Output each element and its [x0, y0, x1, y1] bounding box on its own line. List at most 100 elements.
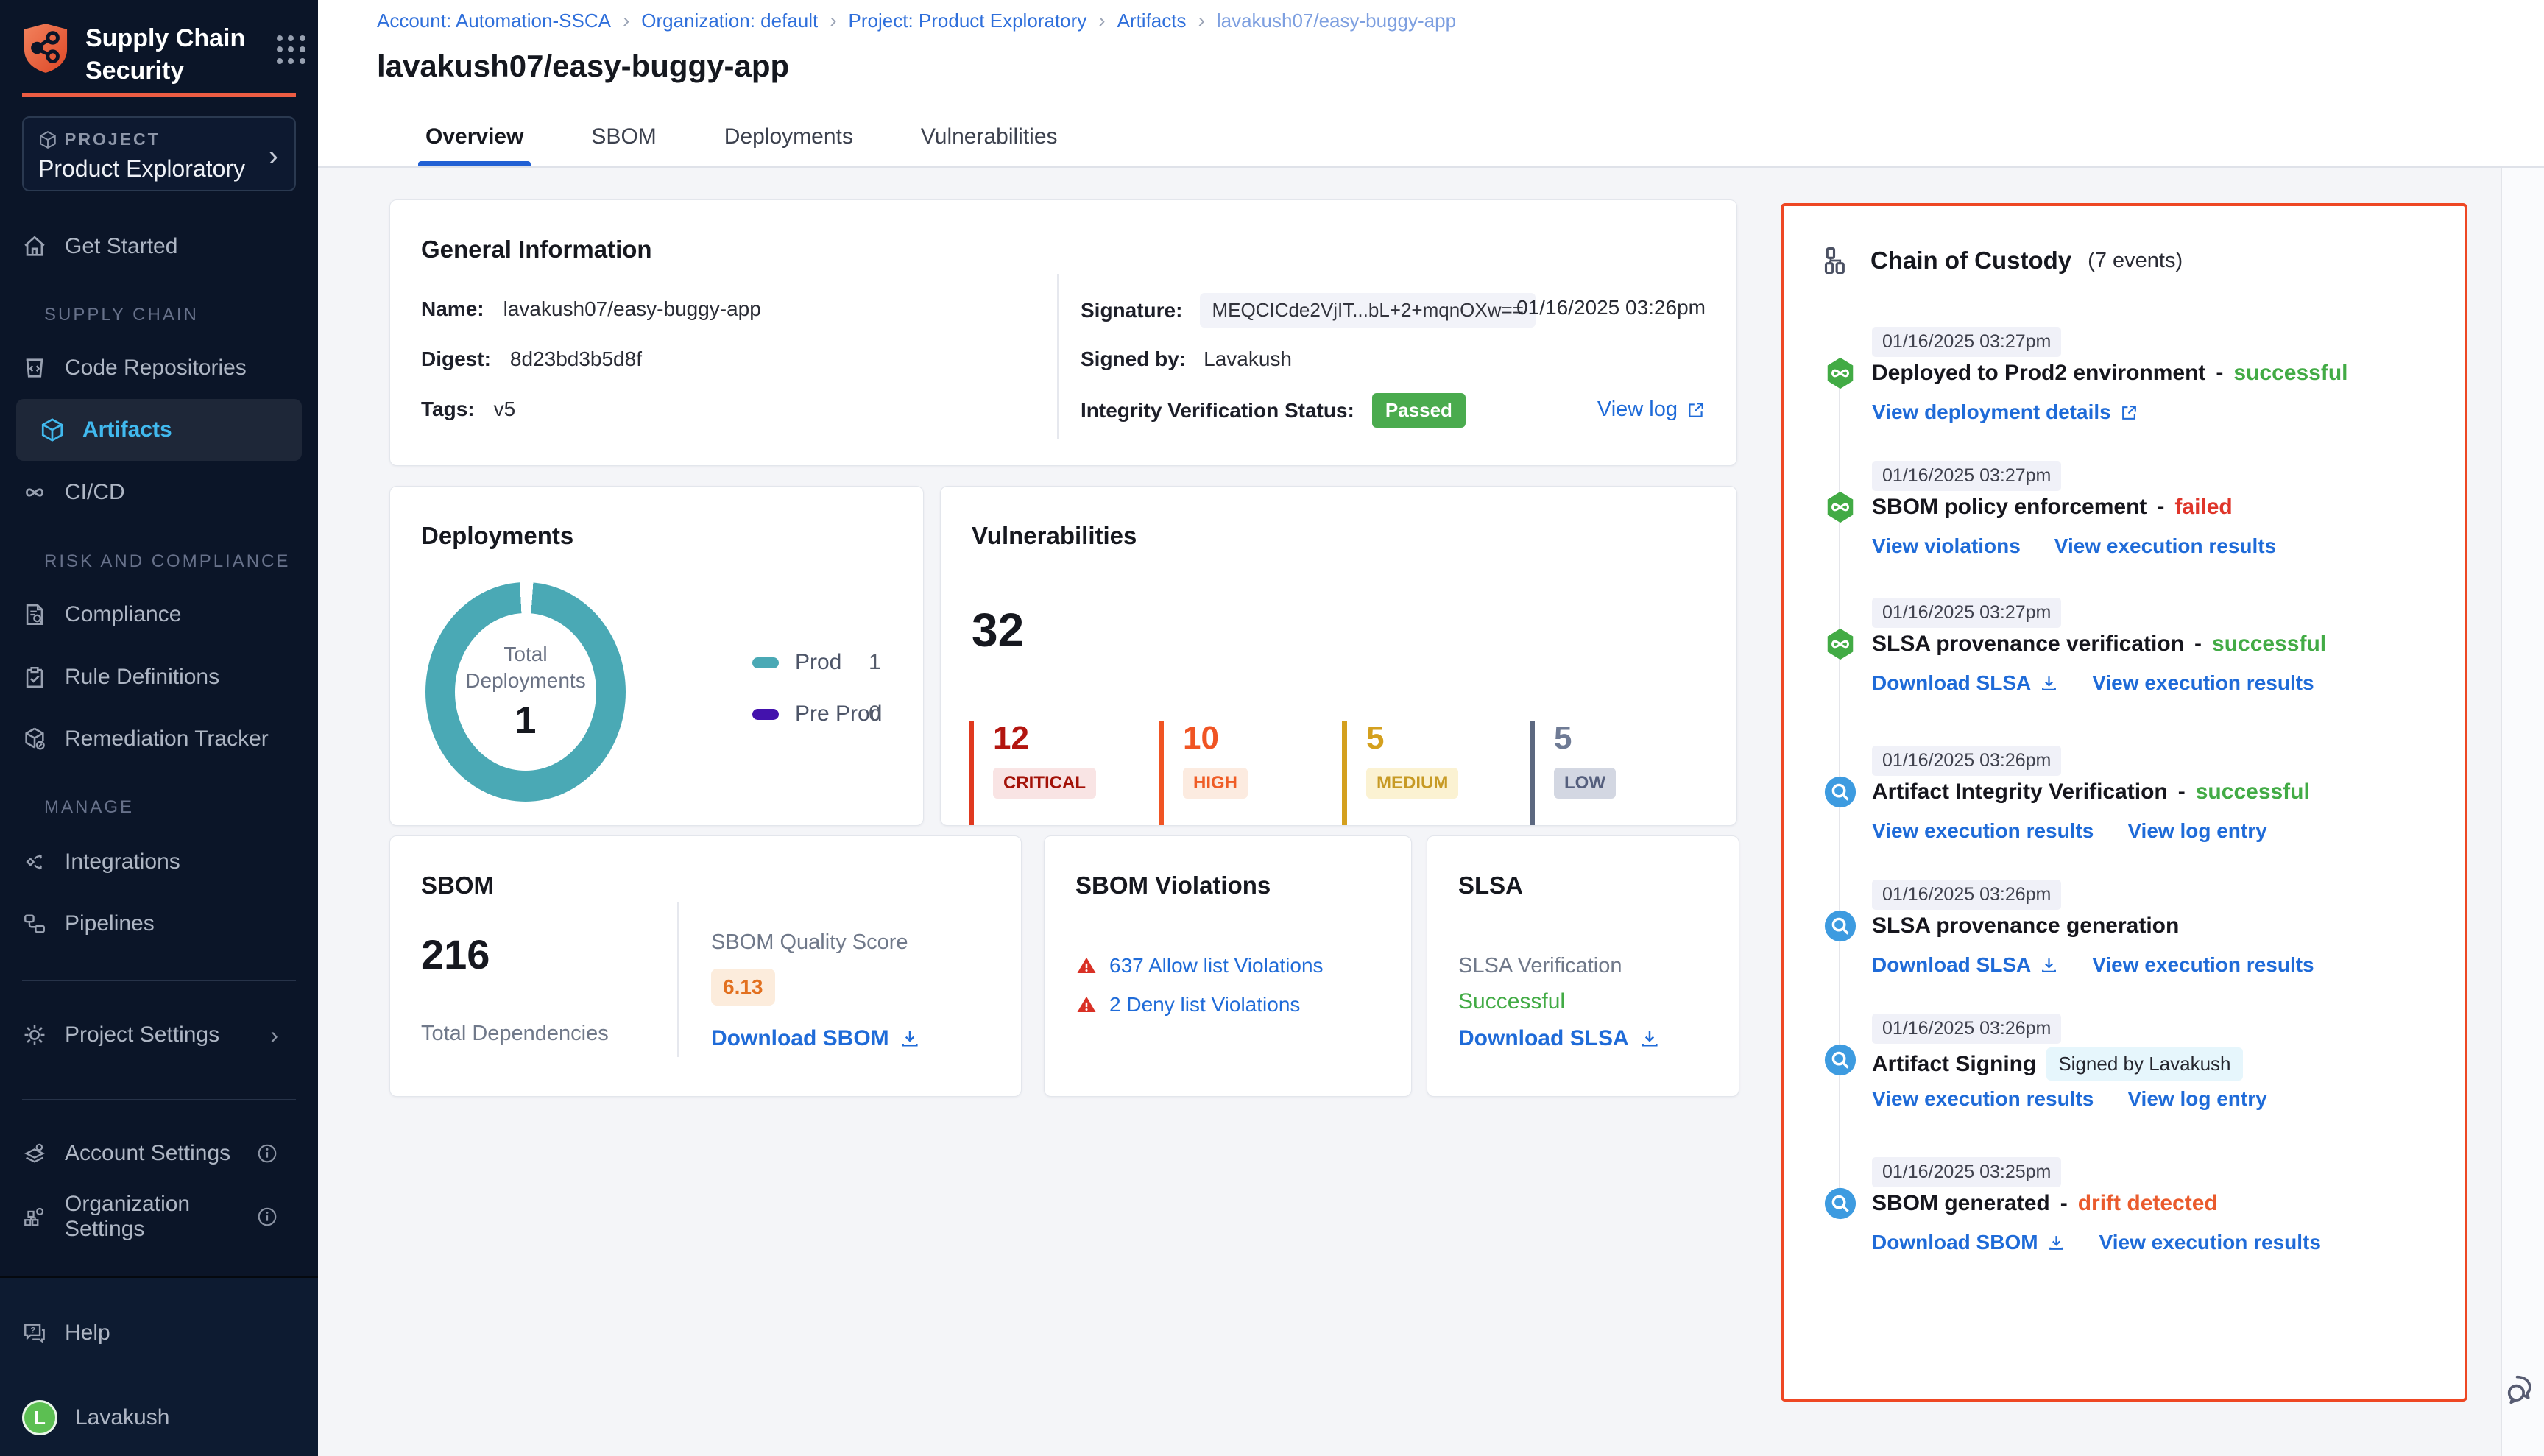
breadcrumb-current: lavakush07/easy-buggy-app	[1217, 10, 1456, 32]
download-icon	[1639, 1028, 1660, 1049]
scan-circle-icon	[1823, 909, 1857, 943]
pre-prod-legend-swatch	[752, 709, 779, 720]
support-chat-icon[interactable]	[2503, 1371, 2541, 1409]
sidebar-item-remediation-tracker[interactable]: Remediation Tracker	[22, 713, 296, 765]
view-log-entry-link[interactable]: View log entry	[2127, 1087, 2266, 1111]
view-execution-results-link[interactable]: View execution results	[2054, 534, 2276, 558]
prod-legend-swatch	[752, 657, 779, 668]
vulnerabilities-total: 32	[972, 603, 1024, 657]
breadcrumb-project[interactable]: Project: Product Exploratory	[849, 10, 1087, 32]
view-execution-results-link[interactable]: View execution results	[2092, 953, 2314, 977]
severity-low: 5 LOW	[1530, 721, 1616, 825]
code-repo-icon	[22, 356, 47, 381]
coc-event-artifact-integrity-verification: 01/16/2025 03:26pm Artifact Integrity Ve…	[1872, 746, 2439, 776]
info-icon[interactable]	[256, 1206, 278, 1228]
breadcrumb-account[interactable]: Account: Automation-SSCA	[377, 10, 611, 32]
sidebar-item-project-settings[interactable]: Project Settings ›	[22, 1009, 296, 1061]
external-link-icon	[2120, 403, 2138, 422]
sbom-violations-card: SBOM Violations 637 Allow list Violation…	[1044, 835, 1412, 1097]
help-chat-icon: ?	[22, 1321, 47, 1346]
tab-vulnerabilities[interactable]: Vulnerabilities	[921, 107, 1058, 166]
status-separator: -	[2157, 495, 2164, 520]
right-rail	[2501, 168, 2544, 1456]
sidebar-item-help[interactable]: ? Help	[22, 1307, 296, 1359]
chain-of-custody-header: Chain of Custody (7 events)	[1822, 244, 2183, 277]
sidebar-item-artifacts[interactable]: Artifacts	[16, 399, 302, 461]
event-title: Artifact Signing	[1872, 1052, 2036, 1077]
low-badge: LOW	[1554, 768, 1616, 799]
deny-list-violations-row: 2 Deny list Violations	[1075, 993, 1300, 1017]
download-slsa-link[interactable]: Download SLSA	[1458, 1026, 1629, 1051]
breadcrumb-artifacts[interactable]: Artifacts	[1117, 10, 1187, 32]
download-slsa-link[interactable]: Download SLSA	[1872, 671, 2058, 695]
clipboard-check-icon	[22, 665, 47, 690]
app-title-line2: Security	[85, 54, 245, 87]
sidebar-item-pipelines[interactable]: Pipelines	[22, 898, 296, 950]
status-separator: -	[2178, 780, 2186, 805]
app-title: Supply Chain Security	[85, 22, 245, 87]
view-execution-results-link[interactable]: View execution results	[1872, 819, 2094, 843]
tab-overview[interactable]: Overview	[425, 107, 523, 166]
tab-sbom[interactable]: SBOM	[591, 107, 656, 166]
box-wrench-icon	[22, 727, 47, 752]
user-name: Lavakush	[75, 1405, 169, 1430]
page-root: Supply Chain Security PROJECT Product Ex…	[0, 0, 2544, 1456]
info-icon[interactable]	[256, 1142, 278, 1165]
sidebar-item-code-repositories[interactable]: Code Repositories	[22, 342, 296, 394]
chain-of-custody-events-count: (7 events)	[2088, 249, 2183, 273]
sidebar-item-get-started[interactable]: Get Started	[22, 221, 296, 272]
sidebar-item-organization-settings[interactable]: Organization Settings	[22, 1191, 296, 1243]
slsa-title: SLSA	[1458, 872, 1523, 900]
main-content: General Information Name: lavakush07/eas…	[318, 168, 2544, 1456]
sidebar-user[interactable]: L Lavakush	[22, 1392, 296, 1443]
sbom-total-dependencies-label: Total Dependencies	[421, 1022, 609, 1046]
view-violations-link[interactable]: View violations	[1872, 534, 2021, 558]
download-sbom-link[interactable]: Download SBOM	[1872, 1231, 2066, 1254]
allow-list-violations-link[interactable]: 637 Allow list Violations	[1109, 954, 1324, 978]
tab-deployments[interactable]: Deployments	[724, 107, 853, 166]
breadcrumb-organization[interactable]: Organization: default	[641, 10, 818, 32]
pipeline-hexagon-icon	[1823, 356, 1857, 390]
download-icon	[2040, 674, 2058, 693]
event-timestamp: 01/16/2025 03:27pm	[1872, 598, 2061, 628]
signed-by-value: Lavakush	[1204, 347, 1292, 371]
view-execution-results-link[interactable]: View execution results	[2092, 671, 2314, 695]
org-gear-icon	[22, 1204, 47, 1229]
severity-high: 10 HIGH	[1159, 721, 1248, 825]
download-slsa-row: Download SLSA	[1458, 1026, 1660, 1051]
sidebar-item-rule-definitions[interactable]: Rule Definitions	[22, 651, 296, 703]
tabs-bar: Overview SBOM Deployments Vulnerabilitie…	[318, 107, 2544, 168]
module-grid-icon[interactable]	[277, 35, 306, 65]
view-log-entry-link[interactable]: View log entry	[2127, 819, 2266, 843]
sbom-card: SBOM 216 Total Dependencies SBOM Quality…	[389, 835, 1022, 1097]
view-deployment-details-link[interactable]: View deployment details	[1872, 400, 2138, 424]
page-title: lavakush07/easy-buggy-app	[377, 49, 789, 84]
sbom-total-dependencies-value: 216	[421, 930, 490, 978]
view-execution-results-link[interactable]: View execution results	[2099, 1231, 2321, 1254]
coc-event-slsa-provenance-verification: 01/16/2025 03:27pm SLSA provenance verif…	[1872, 598, 2439, 628]
user-avatar: L	[22, 1400, 57, 1435]
sidebar-item-integrations[interactable]: Integrations	[22, 836, 296, 888]
deny-list-violations-link[interactable]: 2 Deny list Violations	[1109, 993, 1300, 1017]
view-execution-results-link[interactable]: View execution results	[1872, 1087, 2094, 1111]
slsa-verification-label: SLSA Verification	[1458, 954, 1622, 978]
download-slsa-link[interactable]: Download SLSA	[1872, 953, 2058, 977]
breadcrumb-separator: ›	[1198, 9, 1205, 32]
event-status: successful	[2212, 632, 2326, 657]
download-sbom-link[interactable]: Download SBOM	[711, 1026, 889, 1051]
sidebar-item-cicd[interactable]: CI/CD	[22, 467, 296, 518]
brand-accent-divider	[22, 93, 296, 97]
view-log-link[interactable]: View log	[1597, 397, 1678, 422]
sidebar-item-compliance[interactable]: Compliance	[22, 589, 296, 640]
deployments-donut-center: Total Deployments 1	[425, 582, 626, 802]
vulnerabilities-title: Vulnerabilities	[972, 522, 1137, 550]
general-information-card: General Information Name: lavakush07/eas…	[389, 199, 1737, 466]
sidebar-item-account-settings[interactable]: Account Settings	[22, 1128, 296, 1179]
project-selector[interactable]: PROJECT Product Exploratory ›	[22, 116, 296, 191]
pipelines-icon	[22, 911, 47, 936]
signature-date: 01/16/2025 03:26pm	[1516, 296, 1706, 319]
breadcrumb-separator: ›	[623, 9, 629, 32]
medium-badge: MEDIUM	[1366, 768, 1458, 799]
cube-icon	[38, 130, 57, 149]
tags-value: v5	[494, 397, 516, 421]
